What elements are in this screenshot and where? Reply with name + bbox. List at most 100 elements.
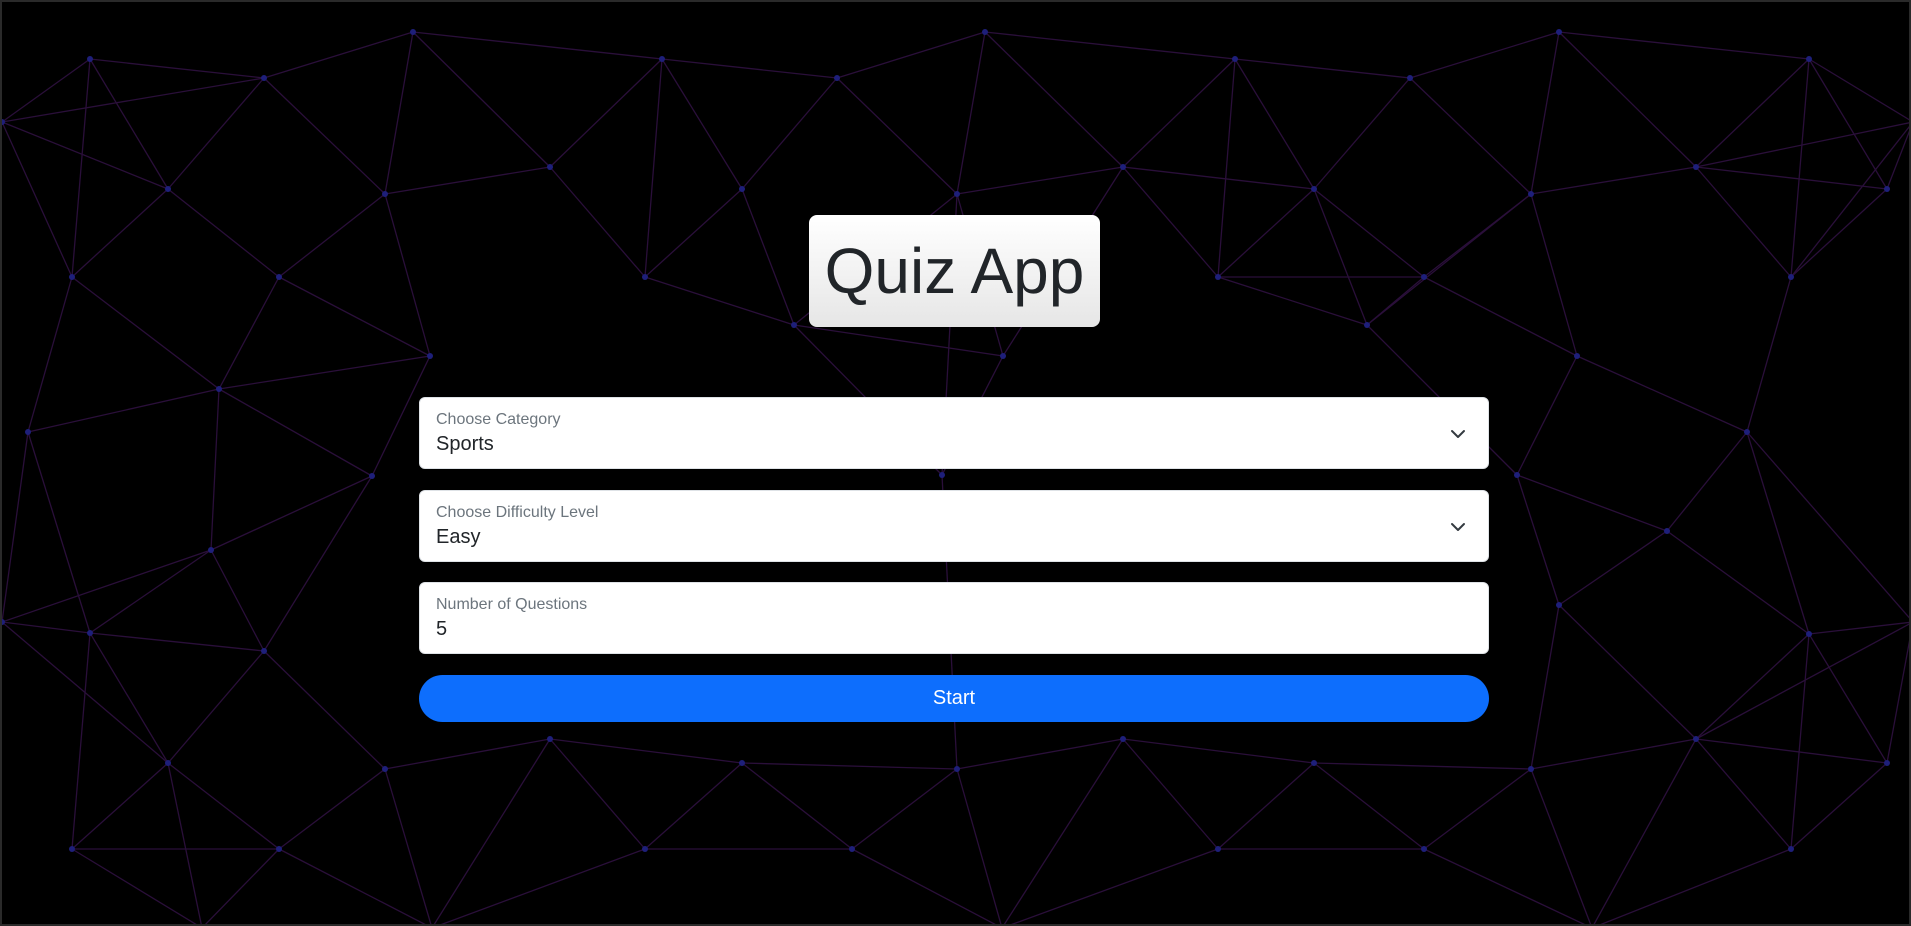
mesh-node — [954, 191, 960, 197]
mesh-line — [1790, 633, 1810, 850]
mesh-node — [1407, 75, 1413, 81]
mesh-node — [1693, 736, 1699, 742]
mesh-line — [661, 58, 838, 79]
mesh-node — [25, 429, 31, 435]
mesh-node — [791, 322, 797, 328]
mesh-line — [1423, 768, 1532, 850]
mesh-node — [642, 274, 648, 280]
mesh-line — [836, 31, 986, 79]
mesh-line — [1593, 738, 1697, 924]
mesh-line — [278, 276, 431, 357]
mesh-node — [1528, 766, 1534, 772]
mesh-line — [218, 355, 431, 390]
mesh-node — [1884, 760, 1890, 766]
difficulty-select[interactable]: Choose Difficulty Level Easy — [419, 490, 1489, 562]
mesh-node — [547, 736, 553, 742]
mesh-node — [1120, 736, 1126, 742]
mesh-line — [27, 388, 220, 433]
mesh-line — [1217, 58, 1236, 278]
mesh-line — [1011, 848, 1219, 924]
mesh-line — [167, 77, 265, 190]
mesh-line — [1530, 166, 1697, 195]
mesh-line — [1790, 58, 1810, 278]
mesh-line — [278, 768, 386, 850]
mesh-node — [69, 846, 75, 852]
mesh-node — [954, 766, 960, 772]
difficulty-label: Choose Difficulty Level — [436, 504, 599, 521]
mesh-line — [167, 762, 202, 924]
mesh-node — [1744, 429, 1750, 435]
mesh-line — [433, 738, 551, 924]
mesh-line — [2, 621, 91, 634]
mesh-node — [382, 766, 388, 772]
mesh-node — [1215, 846, 1221, 852]
mesh-node — [427, 353, 433, 359]
mesh-line — [218, 276, 280, 390]
difficulty-value: Easy — [436, 526, 481, 548]
mesh-node — [547, 164, 553, 170]
mesh-line — [741, 762, 853, 850]
mesh-node — [1556, 602, 1562, 608]
mesh-line — [1695, 166, 1888, 190]
mesh-line — [89, 58, 169, 190]
mesh-line — [1666, 530, 1810, 635]
mesh-line — [793, 324, 1004, 357]
mesh-line — [1313, 762, 1425, 850]
mesh-node — [165, 760, 171, 766]
mesh-node — [939, 472, 945, 478]
mesh-line — [384, 166, 551, 195]
mesh-line — [644, 276, 795, 326]
mesh-node — [410, 29, 416, 35]
mesh-line — [1808, 58, 1909, 121]
mesh-node — [1574, 353, 1580, 359]
mesh-node — [1364, 322, 1370, 328]
mesh-line — [1530, 768, 1592, 924]
chevron-down-icon — [1451, 430, 1465, 438]
start-button[interactable]: Start — [419, 675, 1489, 722]
mesh-node — [1693, 164, 1699, 170]
mesh-line — [167, 188, 280, 278]
mesh-line — [1666, 431, 1748, 532]
mesh-line — [210, 388, 220, 551]
app-title-card: Quiz App — [809, 215, 1100, 327]
mesh-line — [1695, 738, 1792, 850]
mesh-line — [384, 768, 432, 924]
category-select[interactable]: Choose Category Sports — [419, 397, 1489, 469]
mesh-line — [644, 188, 743, 278]
mesh-line — [1558, 530, 1668, 606]
mesh-line — [1695, 738, 1888, 764]
mesh-line — [1234, 58, 1315, 190]
mesh-line — [89, 549, 212, 634]
mesh-line — [1530, 193, 1578, 357]
mesh-node — [1000, 353, 1006, 359]
mesh-line — [210, 475, 373, 551]
mesh-line — [263, 77, 386, 195]
mesh-line — [644, 762, 743, 850]
mesh-line — [1746, 431, 1909, 619]
questions-field[interactable]: Number of Questions 5 — [419, 582, 1489, 654]
mesh-line — [1122, 166, 1315, 190]
mesh-line — [89, 632, 265, 652]
mesh-node — [1788, 846, 1794, 852]
mesh-line — [1313, 762, 1532, 770]
mesh-line — [1886, 640, 1909, 764]
mesh-line — [1530, 604, 1560, 770]
mesh-line — [71, 632, 91, 850]
mesh-node — [739, 186, 745, 192]
mesh-line — [2, 121, 169, 190]
mesh-node — [834, 75, 840, 81]
mesh-line — [984, 31, 1124, 168]
category-label: Choose Category — [436, 411, 561, 428]
mesh-line — [1746, 276, 1792, 433]
mesh-line — [71, 276, 220, 390]
mesh-line — [263, 650, 386, 770]
mesh-line — [1409, 31, 1560, 79]
mesh-line — [278, 848, 426, 924]
questions-input[interactable]: 5 — [436, 618, 447, 641]
mesh-line — [644, 58, 663, 278]
mesh-line — [263, 475, 373, 652]
mesh-node — [642, 846, 648, 852]
mesh-node — [1664, 528, 1670, 534]
mesh-line — [1409, 77, 1532, 195]
mesh-line — [71, 58, 91, 278]
